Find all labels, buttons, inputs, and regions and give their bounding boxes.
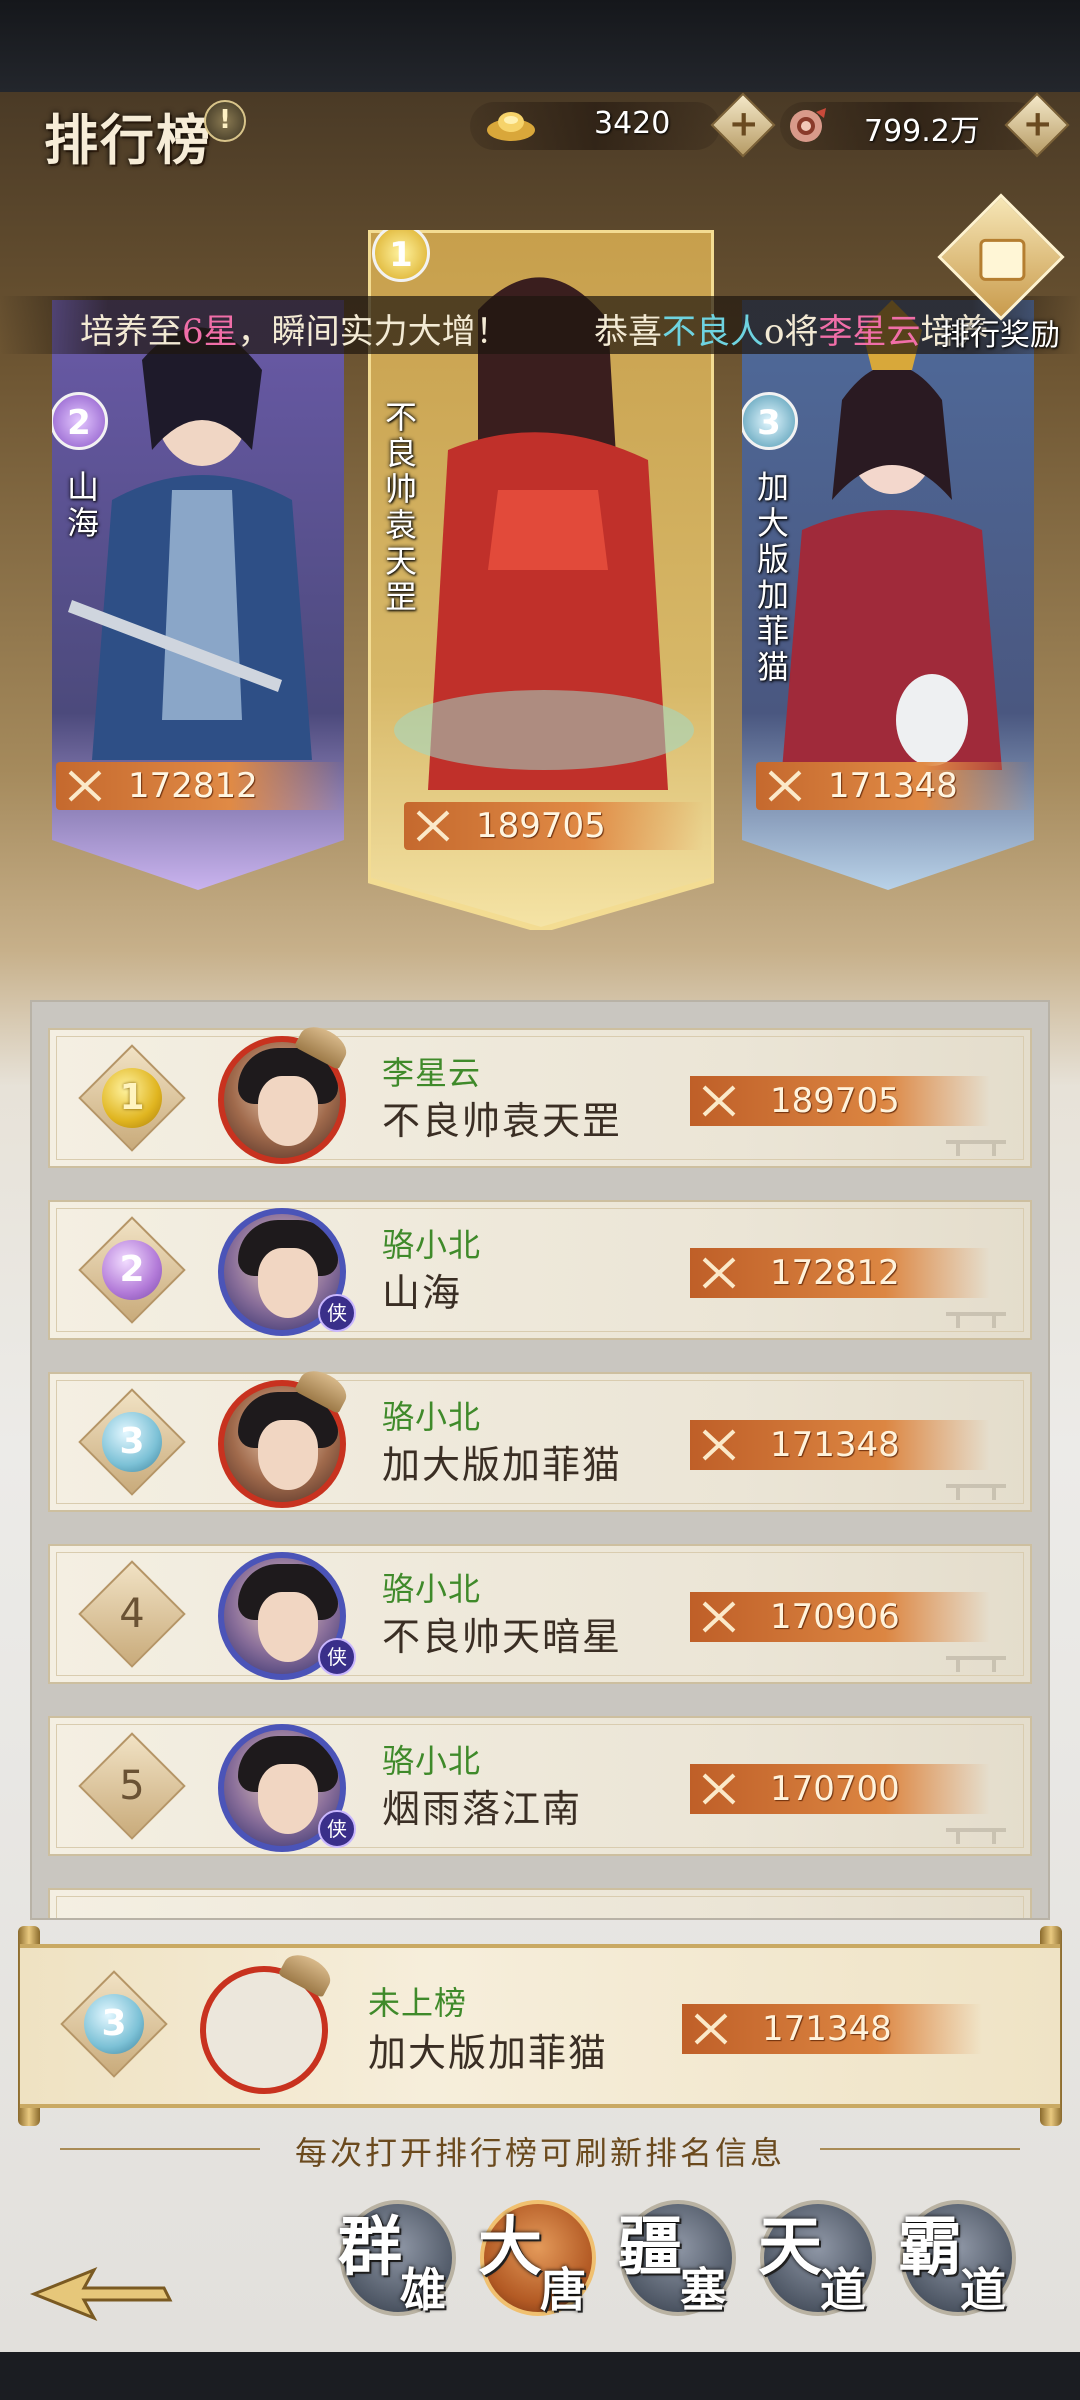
crossed-swords-icon bbox=[768, 770, 802, 802]
treasure-chest-icon bbox=[937, 193, 1065, 321]
player-name: 李星云 bbox=[382, 1054, 482, 1092]
hero-name: 山海 bbox=[62, 470, 100, 542]
my-rank-number: 3 bbox=[84, 1994, 144, 2054]
badge-icon: 侠 bbox=[318, 1638, 356, 1676]
header-bar: 排行榜 ! 3420 + 799.2万 + bbox=[0, 92, 1080, 172]
crossed-swords-icon bbox=[702, 1773, 736, 1805]
crossed-swords-icon bbox=[702, 1429, 736, 1461]
power-value: 171348 bbox=[770, 1425, 900, 1465]
power-value: 172812 bbox=[128, 766, 258, 806]
player-name: 骆小北 bbox=[382, 1570, 482, 1608]
power-value: 189705 bbox=[770, 1081, 900, 1121]
crossed-swords-icon bbox=[416, 810, 450, 842]
crossed-swords-icon bbox=[702, 1085, 736, 1117]
power-value: 170906 bbox=[770, 1597, 900, 1637]
gold-ingot-icon bbox=[487, 112, 535, 141]
power-banner: 171348 bbox=[682, 2004, 982, 2054]
hero-name: 加大版加菲猫 bbox=[382, 1443, 623, 1487]
pavilion-decoration bbox=[936, 1804, 1016, 1844]
power-value: 170700 bbox=[770, 1769, 900, 1809]
power-value: 171348 bbox=[762, 2009, 892, 2049]
ranking-list[interactable]: 1 李星云 不良帅袁天罡 189705 2 侠 骆小北 山海 172812 3 … bbox=[30, 1000, 1050, 1920]
rank-badge: 3 bbox=[742, 392, 798, 450]
badge-icon: 侠 bbox=[318, 1810, 356, 1848]
tab-qunxiong[interactable]: 群雄 bbox=[338, 2200, 456, 2317]
hero-name: 不良帅袁天罡 bbox=[382, 1099, 623, 1143]
tab-tiandao[interactable]: 天道 bbox=[758, 2200, 876, 2317]
player-name: 骆小北 bbox=[382, 1398, 482, 1436]
page-title: 排行榜 bbox=[44, 108, 212, 172]
rank-number: 3 bbox=[102, 1412, 162, 1472]
power-banner: 189705 bbox=[404, 802, 704, 850]
rank-badge: 2 bbox=[52, 392, 108, 450]
hero-name: 加大版加菲猫 bbox=[368, 2031, 609, 2075]
pavilion-decoration bbox=[936, 1460, 1016, 1500]
player-name: 骆小北 bbox=[382, 1226, 482, 1264]
hero-name: 山海 bbox=[382, 1271, 463, 1315]
gold-amount: 3420 bbox=[594, 106, 671, 141]
tab-datang[interactable]: 大唐 bbox=[478, 2200, 596, 2317]
crossed-swords-icon bbox=[702, 1257, 736, 1289]
podium-card-rank-3[interactable]: 3 加大版加菲猫 171348 bbox=[742, 300, 1034, 890]
announcement-marquee: 培养至6星，瞬间实力大增！ 恭喜不良人o将李星云培养 bbox=[0, 296, 1080, 354]
back-arrow-icon[interactable] bbox=[24, 2264, 174, 2324]
pavilion-decoration bbox=[936, 1116, 1016, 1156]
power-banner: 172812 bbox=[56, 762, 344, 810]
ranking-row-3[interactable]: 3 骆小北 加大版加菲猫 171348 bbox=[48, 1364, 1032, 1512]
badge-icon: 侠 bbox=[318, 1294, 356, 1332]
power-value: 172812 bbox=[770, 1253, 900, 1293]
coin-amount: 799.2万 bbox=[864, 114, 980, 149]
hero-name: 烟雨落江南 bbox=[382, 1787, 583, 1831]
rank-number: 2 bbox=[102, 1240, 162, 1300]
ranking-row-1[interactable]: 1 李星云 不良帅袁天罡 189705 bbox=[48, 1020, 1032, 1168]
pavilion-decoration bbox=[936, 1632, 1016, 1672]
crossed-swords-icon bbox=[68, 770, 102, 802]
coin-pouch-icon bbox=[790, 108, 826, 142]
rank-number: 4 bbox=[119, 1591, 145, 1637]
power-banner: 171348 bbox=[756, 762, 1034, 810]
announcement-1: 培养至6星，瞬间实力大增！ bbox=[80, 312, 510, 352]
rank-status: 未上榜 bbox=[368, 1984, 468, 2022]
reward-label: 排行奖励 bbox=[940, 318, 1060, 353]
info-icon[interactable]: ! bbox=[204, 100, 246, 142]
rank-number: 1 bbox=[102, 1068, 162, 1128]
ranking-row-2[interactable]: 2 侠 骆小北 山海 172812 bbox=[48, 1200, 1032, 1340]
power-value: 171348 bbox=[828, 766, 958, 806]
rank-number: 5 bbox=[119, 1763, 145, 1809]
ranking-row-5[interactable]: 5 侠 骆小北 烟雨落江南 170700 bbox=[48, 1716, 1032, 1856]
refresh-hint: 每次打开排行榜可刷新排名信息 bbox=[294, 2134, 785, 2172]
hero-name: 不良帅袁天罡 bbox=[380, 400, 418, 616]
player-name: 骆小北 bbox=[382, 1742, 482, 1780]
add-gold-button[interactable]: + bbox=[710, 92, 776, 158]
tab-jiangsai[interactable]: 疆塞 bbox=[618, 2200, 736, 2317]
system-nav-area bbox=[0, 2352, 1080, 2400]
my-rank-row[interactable]: 3 未上榜 加大版加菲猫 171348 bbox=[20, 1944, 1060, 2108]
hero-name: 不良帅天暗星 bbox=[382, 1615, 623, 1659]
hero-name: 加大版加菲猫 bbox=[752, 470, 790, 686]
ranking-row-partial[interactable] bbox=[48, 1888, 1032, 1918]
ranking-row-4[interactable]: 4 侠 骆小北 不良帅天暗星 170906 bbox=[48, 1544, 1032, 1684]
status-area bbox=[0, 0, 1080, 92]
podium-card-rank-2[interactable]: 2 山海 172812 bbox=[52, 300, 344, 890]
pavilion-decoration bbox=[936, 1288, 1016, 1328]
crossed-swords-icon bbox=[702, 1601, 736, 1633]
ranking-reward-button[interactable]: 排行奖励 bbox=[928, 193, 1068, 353]
crossed-swords-icon bbox=[694, 2013, 728, 2045]
power-value: 189705 bbox=[476, 806, 606, 846]
tab-badao[interactable]: 霸道 bbox=[898, 2200, 1016, 2317]
